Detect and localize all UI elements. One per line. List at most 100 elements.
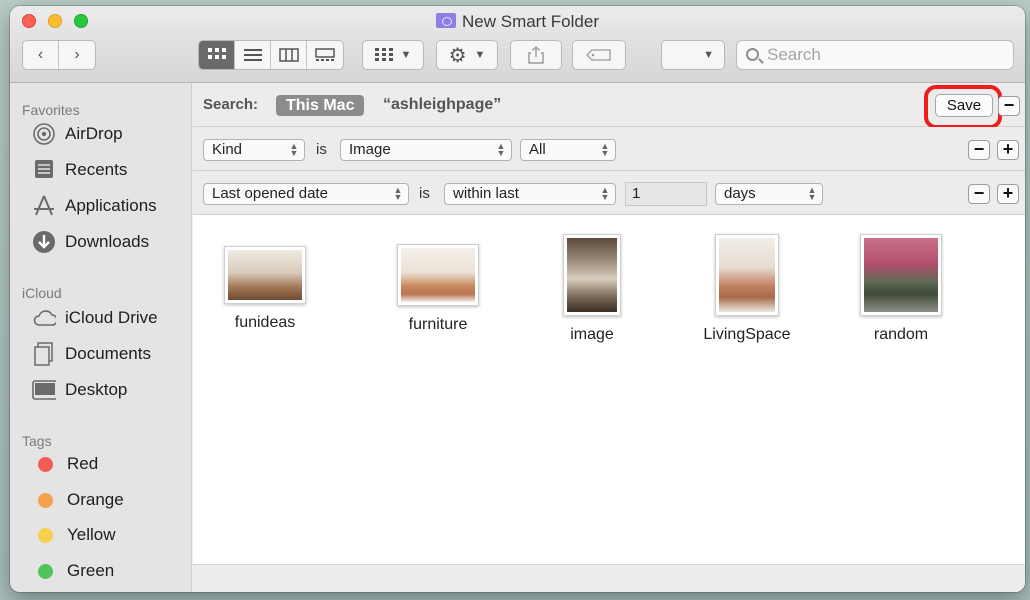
updown-chevron-icon: ▲ ▼ xyxy=(496,141,506,158)
sidebar-item-applications[interactable]: Applications xyxy=(32,194,157,218)
file-thumbnail xyxy=(224,246,306,304)
updown-chevron-icon: ▲ ▼ xyxy=(600,141,610,158)
file-name: furniture xyxy=(408,316,468,333)
criteria-operator-label: is xyxy=(419,185,430,202)
column-view-button[interactable] xyxy=(271,41,307,69)
select-value: Image xyxy=(349,141,391,158)
select-value: Last opened date xyxy=(212,185,328,202)
applications-icon xyxy=(32,194,56,218)
gallery-view-button[interactable] xyxy=(307,41,343,69)
updown-chevron-icon: ▲ ▼ xyxy=(289,141,299,158)
sidebar-item-label: Downloads xyxy=(65,232,150,251)
toolbar: New Smart Folder ‹ › ▼ ⚙ ▼ ▼ Search xyxy=(10,6,1025,83)
share-button[interactable] xyxy=(510,40,562,70)
chevron-right-icon: › xyxy=(74,46,80,63)
criteria-row-kind: Kind ▲ ▼ is Image ▲ ▼ All ▲ ▼ − + xyxy=(193,127,1025,171)
tag-icon xyxy=(586,49,611,61)
gear-icon: ⚙ xyxy=(448,44,467,67)
navigation-buttons: ‹ › xyxy=(22,40,96,70)
sidebar-item-label: iCloud Drive xyxy=(65,308,158,327)
add-criteria-button[interactable]: + xyxy=(997,184,1019,204)
orange-tag-dot xyxy=(38,492,53,508)
criteria-attribute-select[interactable]: Last opened date ▲ ▼ xyxy=(203,183,409,205)
gallery-view-icon xyxy=(315,48,335,61)
icon-view-button[interactable] xyxy=(199,41,235,69)
window-title-text: New Smart Folder xyxy=(462,12,599,31)
sidebar-item-tag-red[interactable]: Red xyxy=(32,454,98,474)
file-item[interactable]: furniture xyxy=(368,233,508,334)
forward-button[interactable]: › xyxy=(59,41,95,69)
remove-search-button[interactable]: − xyxy=(998,96,1020,116)
file-item[interactable]: LivingSpace xyxy=(677,233,817,344)
sidebar-item-recents[interactable]: Recents xyxy=(32,158,127,182)
list-view-button[interactable] xyxy=(235,41,271,69)
sidebar-item-label: Applications xyxy=(65,196,157,215)
recents-icon xyxy=(32,158,56,182)
chevron-down-icon: ▼ xyxy=(400,49,412,61)
group-by-button[interactable]: ▼ xyxy=(362,40,424,70)
green-tag-dot xyxy=(38,563,53,579)
view-mode-segmented-control xyxy=(198,40,344,70)
sidebar-item-downloads[interactable]: Downloads xyxy=(32,230,149,254)
path-dropdown[interactable]: ▼ xyxy=(661,40,725,70)
chevron-down-icon: ▼ xyxy=(474,49,486,61)
file-name: image xyxy=(570,326,614,343)
sidebar-item-documents[interactable]: Documents xyxy=(32,342,151,366)
downloads-icon xyxy=(32,230,56,254)
search-icon xyxy=(746,48,759,61)
sidebar-item-label: Documents xyxy=(65,344,151,363)
criteria-subtype-select[interactable]: All ▲ ▼ xyxy=(520,139,616,161)
add-criteria-button[interactable]: + xyxy=(997,140,1019,160)
file-item[interactable]: random xyxy=(831,233,971,344)
file-thumbnail xyxy=(715,234,779,316)
group-icon xyxy=(374,48,393,61)
criteria-operator-select[interactable]: within last ▲ ▼ xyxy=(444,183,616,205)
sidebar-item-tag-orange[interactable]: Orange xyxy=(32,490,124,510)
criteria-operator-label: is xyxy=(316,141,327,158)
search-scope-bar: Search: This Mac “ashleighpage” Save − xyxy=(193,83,1025,129)
criteria-number-field[interactable]: 1 xyxy=(625,182,707,206)
criteria-attribute-select[interactable]: Kind ▲ ▼ xyxy=(203,139,305,161)
sidebar-item-tag-green[interactable]: Green xyxy=(32,561,114,581)
icon-view-icon xyxy=(207,48,226,59)
finder-window: New Smart Folder ‹ › ▼ ⚙ ▼ ▼ Search Favo… xyxy=(10,6,1025,592)
file-thumbnail xyxy=(397,244,479,306)
back-button[interactable]: ‹ xyxy=(23,41,59,69)
search-scope-label: Search: xyxy=(203,96,259,113)
status-bar xyxy=(193,564,1025,592)
file-name: LivingSpace xyxy=(703,326,791,343)
search-input[interactable]: Search xyxy=(736,40,1014,70)
documents-icon xyxy=(32,342,56,366)
sidebar-item-label: AirDrop xyxy=(65,124,123,143)
select-value: within last xyxy=(453,185,519,202)
file-name: funideas xyxy=(234,314,296,331)
select-value: days xyxy=(724,185,756,202)
criteria-unit-select[interactable]: days ▲ ▼ xyxy=(715,183,823,205)
sidebar-item-icloud-drive[interactable]: iCloud Drive xyxy=(32,306,158,330)
remove-criteria-button[interactable]: − xyxy=(968,184,990,204)
file-item[interactable]: image xyxy=(522,233,662,344)
sidebar-header-icloud: iCloud xyxy=(22,285,62,301)
search-placeholder: Search xyxy=(767,45,821,64)
criteria-value-select[interactable]: Image ▲ ▼ xyxy=(340,139,512,161)
remove-criteria-button[interactable]: − xyxy=(968,140,990,160)
sidebar-item-label: Desktop xyxy=(65,380,128,399)
criteria-row-last-opened: Last opened date ▲ ▼ is within last ▲ ▼ 1 … xyxy=(193,171,1025,215)
file-thumbnail xyxy=(860,234,942,316)
red-tag-dot xyxy=(38,456,53,472)
scope-this-mac-button[interactable]: This Mac xyxy=(276,95,365,116)
sidebar-item-airdrop[interactable]: AirDrop xyxy=(32,122,123,146)
action-menu-button[interactable]: ⚙ ▼ xyxy=(436,40,498,70)
sidebar-item-desktop[interactable]: Desktop xyxy=(32,378,127,402)
sidebar: Favorites AirDrop Recents Applications D… xyxy=(10,83,192,592)
select-value: Kind xyxy=(212,141,243,158)
tag-button[interactable] xyxy=(572,40,626,70)
window-title: New Smart Folder xyxy=(10,12,1025,32)
sidebar-item-tag-yellow[interactable]: Yellow xyxy=(32,525,116,545)
chevron-left-icon: ‹ xyxy=(37,46,44,63)
file-item[interactable]: funideas xyxy=(195,233,335,332)
desktop-icon xyxy=(32,378,56,402)
updown-chevron-icon: ▲ ▼ xyxy=(393,185,403,202)
content-area: Search: This Mac “ashleighpage” Save − K… xyxy=(193,83,1025,592)
scope-user-folder-button[interactable]: “ashleighpage” xyxy=(383,96,501,114)
